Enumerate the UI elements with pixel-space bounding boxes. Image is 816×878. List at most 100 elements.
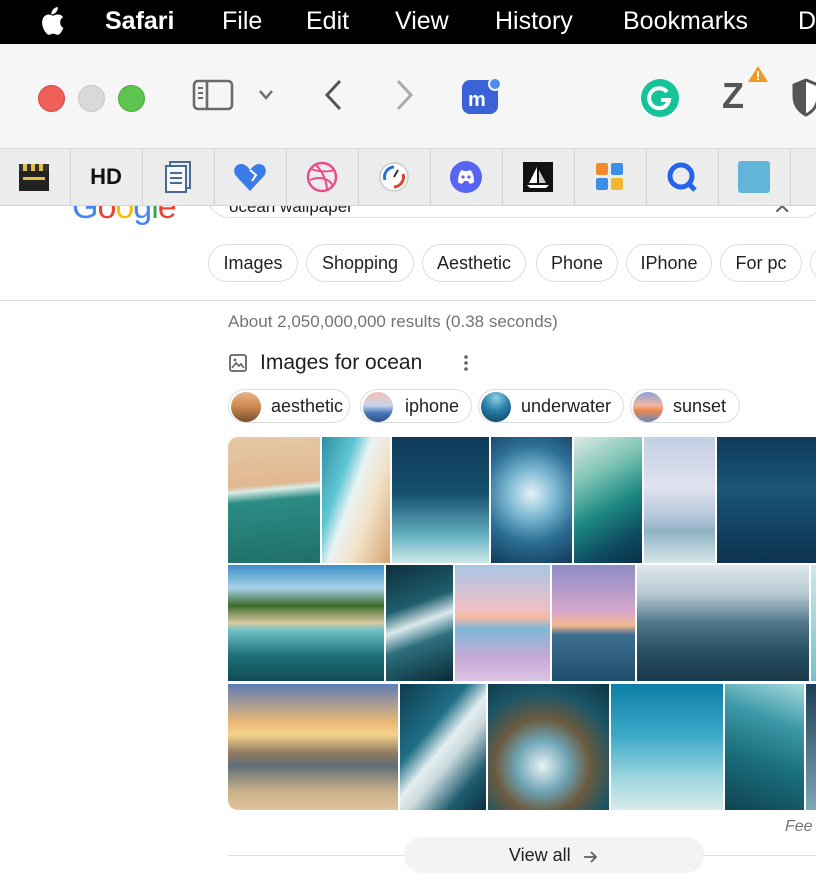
image-result[interactable] [228,684,398,810]
image-result[interactable] [806,684,816,810]
close-window-button[interactable] [38,85,65,112]
tiles-icon [596,163,623,190]
chip-images[interactable]: Images [208,244,298,282]
menu-view[interactable]: View [395,6,449,36]
chip-shopping[interactable]: Shopping [306,244,414,282]
fav-q[interactable] [646,149,719,205]
zotero-icon[interactable]: Z [720,64,770,114]
documents-icon [165,161,191,193]
image-result[interactable] [552,565,635,681]
heart-icon [234,164,266,191]
image-result[interactable] [611,684,723,810]
chip-iphone[interactable]: IPhone [626,244,712,282]
sailboat-icon [523,162,553,192]
mastodon-icon[interactable]: m [460,76,504,116]
fav-hd[interactable]: HD [70,149,143,205]
svg-text:Z: Z [722,75,744,114]
menu-develop[interactable]: D [798,6,816,36]
result-stats: About 2,050,000,000 results (0.38 second… [228,312,558,331]
chip-phone[interactable]: Phone [536,244,618,282]
svg-text:m: m [468,89,486,111]
refine-label: underwater [521,396,612,416]
image-result[interactable] [574,437,642,563]
image-result[interactable] [717,437,816,563]
image-result[interactable] [811,565,816,681]
image-icon [229,354,247,372]
image-result[interactable] [392,437,489,563]
minimize-window-button[interactable] [78,85,105,112]
safari-toolbar: m Z [0,44,816,149]
search-results-page: Google ocean wallpaper ✕ Images Shopping… [0,206,816,878]
fav-tiles[interactable] [574,149,647,205]
q-icon [667,162,697,192]
image-result[interactable] [725,684,804,810]
chevron-down-icon[interactable] [257,88,275,102]
refine-label: iphone [405,396,460,416]
menu-edit[interactable]: Edit [306,6,349,36]
refine-label: sunset [673,396,727,416]
filter-chips: Images Shopping Aesthetic Phone IPhone F… [208,244,816,284]
chip-aesthetic[interactable]: Aesthetic [422,244,526,282]
zoom-window-button[interactable] [118,85,145,112]
fav-sailboat[interactable] [502,149,575,205]
refine-thumb [633,392,663,422]
green-icon [809,160,816,194]
refine-label: aesthetic [271,396,344,416]
refine-iphone[interactable]: iphone [360,389,472,423]
images-section-title[interactable]: Images for ocean [260,350,422,376]
favorites-bar: HD [0,149,816,206]
image-result[interactable] [228,437,320,563]
clear-search-icon[interactable]: ✕ [773,206,791,218]
view-all-label: View all [508,845,571,865]
image-result[interactable] [644,437,715,563]
image-result[interactable] [322,437,390,563]
search-input[interactable]: ocean wallpaper [229,206,353,217]
image-result[interactable] [455,565,550,681]
refine-thumb [363,392,393,422]
fav-clapper[interactable] [0,149,71,205]
menu-history[interactable]: History [495,6,573,36]
fav-discord[interactable] [430,149,503,205]
back-icon[interactable] [322,78,346,112]
image-result[interactable] [386,565,453,681]
sidebar-icon[interactable] [192,78,234,112]
image-result[interactable] [488,684,609,810]
image-result[interactable] [228,565,384,681]
grammarly-icon[interactable] [638,76,682,120]
image-results-grid [228,437,816,811]
refine-sunset[interactable]: sunset [630,389,740,423]
menu-app-safari[interactable]: Safari [105,6,174,36]
search-box[interactable]: ocean wallpaper ✕ [206,206,816,218]
chip-more[interactable] [810,244,816,282]
image-result[interactable] [491,437,572,563]
clapper-icon [19,164,49,191]
hd-icon: HD [90,164,122,189]
fav-speedtest[interactable] [358,149,431,205]
fav-square[interactable] [718,149,791,205]
more-options-icon[interactable] [462,354,470,372]
forward-icon[interactable] [392,78,416,112]
menu-file[interactable]: File [222,6,262,36]
image-result[interactable] [637,565,809,681]
fav-green[interactable] [790,149,816,205]
view-all-button[interactable]: View all [404,837,704,873]
feedback-link[interactable]: Fee [785,818,813,836]
refine-thumb [231,392,261,422]
fav-documents[interactable] [142,149,215,205]
speedtest-icon [379,162,409,192]
refine-aesthetic[interactable]: aesthetic [228,389,350,423]
header-divider [0,300,816,301]
shield-icon[interactable] [792,78,816,118]
apple-icon[interactable] [37,6,65,36]
menu-bookmarks[interactable]: Bookmarks [623,6,748,36]
dribbble-icon [306,161,338,193]
refine-underwater[interactable]: underwater [478,389,624,423]
fav-dribbble[interactable] [286,149,359,205]
fav-heart[interactable] [214,149,287,205]
square-icon [738,161,770,193]
chip-for-pc[interactable]: For pc [720,244,802,282]
menu-bar: Safari File Edit View History Bookmarks … [0,0,816,44]
google-logo[interactable]: Google [72,206,177,227]
arrow-right-icon [584,851,598,863]
image-result[interactable] [400,684,486,810]
